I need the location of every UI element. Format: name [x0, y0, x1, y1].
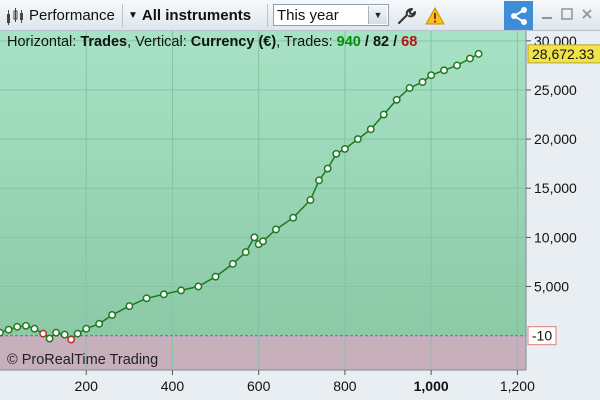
trade-marker-winning	[82, 324, 91, 333]
legend-trades-losing: 68	[401, 34, 418, 50]
trade-marker-winning	[60, 330, 69, 339]
wrench-icon[interactable]	[394, 0, 418, 31]
trade-marker-winning	[159, 290, 168, 299]
y-tick-label: 15,000	[534, 180, 577, 196]
legend-vertical-prefix: , Vertical:	[127, 34, 191, 50]
trade-marker-winning	[73, 329, 82, 338]
report-type-label: Performance	[29, 7, 115, 24]
trade-marker-winning	[306, 196, 315, 204]
window-controls	[540, 0, 594, 31]
trade-marker-winning	[332, 149, 341, 158]
period-select[interactable]: This year ▼	[273, 4, 389, 26]
x-tick-label: 200	[75, 378, 99, 394]
trade-marker-winning	[340, 144, 349, 153]
legend-sep: /	[389, 34, 402, 50]
current-value-text: 28,672.33	[532, 46, 594, 62]
warning-icon[interactable]	[424, 0, 446, 31]
trade-marker-winning	[440, 66, 449, 75]
trade-marker-winning	[95, 319, 104, 328]
trade-marker-losing	[67, 335, 76, 344]
trade-marker-winning	[474, 49, 483, 58]
trade-marker-winning	[228, 259, 237, 268]
trade-marker-winning	[194, 282, 203, 291]
share-icon	[510, 6, 527, 25]
trade-marker-winning	[392, 95, 401, 104]
trade-marker-winning	[271, 225, 280, 234]
trade-marker-winning	[0, 328, 4, 337]
trade-marker-winning	[125, 302, 134, 311]
reference-label-text: -10	[532, 328, 552, 344]
legend-vertical-value: Currency (€)	[190, 34, 277, 50]
y-tick-label: 5,000	[534, 278, 569, 294]
maximize-icon[interactable]	[560, 7, 574, 24]
instruments-label: All instruments	[141, 7, 252, 24]
y-tick-label: 10,000	[534, 229, 577, 245]
trade-marker-winning	[4, 325, 13, 334]
legend-trades-winning: 82	[372, 34, 390, 50]
trade-marker-winning	[108, 311, 117, 319]
toolbar-divider	[267, 4, 268, 27]
y-tick-label: 20,000	[534, 131, 577, 147]
trade-marker-winning	[13, 322, 22, 331]
close-icon[interactable]	[580, 7, 594, 24]
x-tick-label: 1,000	[414, 378, 449, 394]
x-tick-label: 600	[247, 378, 271, 394]
minimize-icon[interactable]	[540, 7, 554, 24]
trade-marker-winning	[250, 233, 259, 242]
x-tick-label: 1,200	[500, 378, 535, 394]
trade-marker-winning	[315, 176, 323, 185]
trade-marker-winning	[289, 213, 298, 222]
trade-marker-losing	[39, 329, 48, 338]
trade-marker-winning	[405, 84, 414, 92]
trade-marker-winning	[259, 237, 267, 246]
trade-marker-winning	[241, 248, 250, 257]
trade-marker-winning	[142, 294, 151, 303]
share-button[interactable]	[504, 1, 533, 30]
dropdown-arrow-icon[interactable]: ▼	[368, 6, 387, 24]
trade-marker-winning	[379, 110, 388, 119]
trade-marker-winning	[427, 71, 436, 80]
trade-marker-winning	[453, 61, 461, 70]
trade-marker-winning	[323, 164, 332, 173]
trade-marker-winning	[177, 286, 186, 295]
trade-marker-winning	[466, 54, 474, 63]
x-tick-label: 400	[161, 378, 185, 394]
caret-down-icon: ▼	[128, 10, 138, 21]
legend-trades-prefix: , Trades:	[276, 34, 337, 50]
toolbar: Performance ▼ All instruments This year …	[0, 0, 600, 31]
toolbar-divider	[122, 4, 123, 27]
x-tick-label: 800	[333, 378, 357, 394]
performance-icon[interactable]	[5, 0, 27, 31]
trade-marker-winning	[52, 328, 60, 337]
trade-marker-winning	[21, 321, 30, 330]
trade-marker-winning	[45, 334, 54, 343]
trade-marker-winning	[418, 78, 427, 87]
y-tick-label: 25,000	[534, 82, 577, 98]
legend-horizontal-value: Trades	[80, 34, 128, 50]
trade-marker-winning	[211, 272, 220, 281]
legend-sep: /	[360, 34, 373, 50]
equity-chart[interactable]: 5,00010,00015,00020,00025,00030,000 200 4…	[0, 31, 600, 400]
legend-horizontal-prefix: Horizontal:	[7, 34, 81, 50]
instruments-selector[interactable]: ▼ All instruments	[128, 0, 251, 31]
reference-value-label: -10	[527, 326, 557, 346]
trade-marker-winning	[30, 324, 39, 333]
current-value-label: 28,672.33	[527, 44, 600, 64]
chart-legend: Horizontal: Trades, Vertical: Currency (…	[7, 34, 417, 50]
trade-marker-winning	[366, 125, 375, 134]
legend-trades-total: 940	[336, 34, 361, 50]
period-value: This year	[277, 6, 339, 24]
positive-area	[0, 31, 526, 336]
report-type-selector[interactable]: Performance	[29, 0, 115, 31]
copyright-notice: © ProRealTime Trading	[7, 352, 159, 368]
trade-marker-winning	[353, 135, 362, 144]
